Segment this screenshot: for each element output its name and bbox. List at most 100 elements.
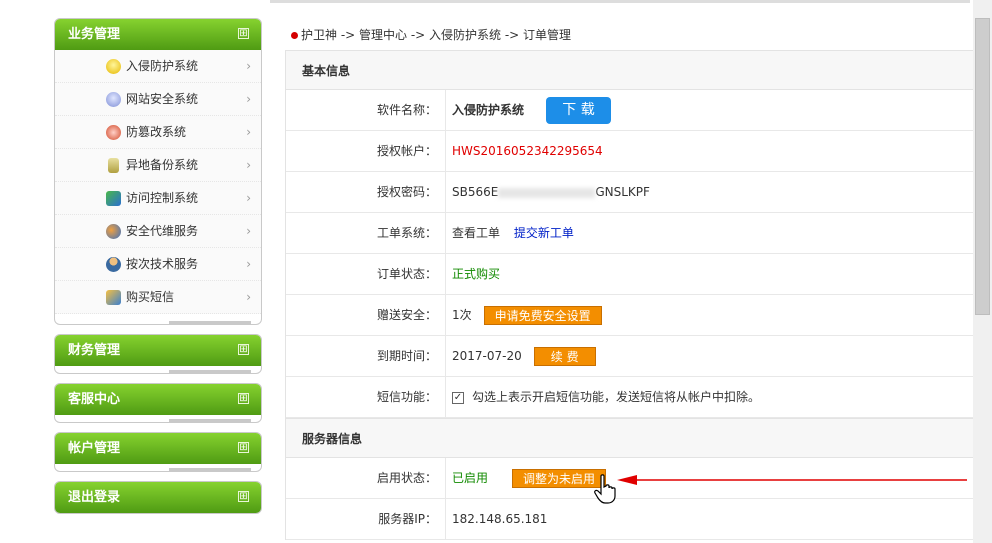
panel-business: 业务管理 ⊞ 入侵防护系统 › 网站安全系统 › 防篡改系统 › 异地备份系统 … xyxy=(54,18,262,325)
chevron-right-icon: › xyxy=(246,224,251,238)
panel-title: 业务管理 xyxy=(68,27,121,42)
order-status-value: 正式购买 xyxy=(452,267,501,281)
renew-button[interactable]: 续 费 xyxy=(533,347,596,366)
field-label: 启用状态： xyxy=(286,458,446,498)
sidebar: 业务管理 ⊞ 入侵防护系统 › 网站安全系统 › 防篡改系统 › 异地备份系统 … xyxy=(54,18,262,523)
view-ticket-link[interactable]: 查看工单 xyxy=(452,226,500,240)
field-label: 软件名称： xyxy=(286,90,446,130)
hand-cursor-icon xyxy=(594,474,616,504)
chevron-right-icon: › xyxy=(246,125,251,139)
bullet-icon xyxy=(291,32,298,39)
users-icon xyxy=(106,224,121,239)
row-software: 软件名称： 入侵防护系统 下 载 xyxy=(286,90,973,131)
row-expire: 到期时间： 2017-07-20 续 费 xyxy=(286,336,973,377)
row-gift: 赠送安全： 1次 申请免费安全设置 xyxy=(286,295,973,336)
breadcrumb-text: 护卫神 -> 管理中心 -> 入侵防护系统 -> 订单管理 xyxy=(301,28,572,42)
panel-menu: 入侵防护系统 › 网站安全系统 › 防篡改系统 › 异地备份系统 › 访问控制系… xyxy=(55,50,261,314)
blurred-mask xyxy=(498,187,596,198)
enable-value: 已启用 调整为未启用 xyxy=(452,458,607,498)
breadcrumb: 护卫神 -> 管理中心 -> 入侵防护系统 -> 订单管理 xyxy=(291,26,571,43)
row-sms: 短信功能： ✓ 勾选上表示开启短信功能，发送短信将从帐户中扣除。 xyxy=(286,377,973,418)
panel-title: 退出登录 xyxy=(68,490,121,505)
section-server-info: 服务器信息 xyxy=(286,418,973,458)
expire-value: 2017-07-20 续 费 xyxy=(452,336,596,376)
expand-icon[interactable]: ⊞ xyxy=(238,393,249,404)
row-account: 授权帐户： HWS2016052342295654 xyxy=(286,131,973,172)
chevron-right-icon: › xyxy=(246,191,251,205)
chevron-right-icon: › xyxy=(246,92,251,106)
sidebar-item-access-control[interactable]: 访问控制系统 › xyxy=(55,182,261,215)
password-value: SB566E GNSLKPF xyxy=(452,185,650,199)
chevron-right-icon: › xyxy=(246,59,251,73)
row-ticket: 工单系统： 查看工单 提交新工单 xyxy=(286,213,973,254)
page: 业务管理 ⊞ 入侵防护系统 › 网站安全系统 › 防篡改系统 › 异地备份系统 … xyxy=(0,0,992,543)
field-label: 赠送安全： xyxy=(286,295,446,335)
expand-icon[interactable]: ⊞ xyxy=(238,442,249,453)
bulb-icon xyxy=(106,92,121,107)
field-label: 服务器IP： xyxy=(286,499,446,539)
sidebar-item-maintenance[interactable]: 安全代维服务 › xyxy=(55,215,261,248)
shield-icon xyxy=(106,125,121,140)
panel-footer xyxy=(55,464,261,471)
panel-footer xyxy=(55,314,261,324)
expand-icon[interactable]: ⊞ xyxy=(238,344,249,355)
disable-button[interactable]: 调整为未启用 xyxy=(512,469,607,488)
chevron-right-icon: › xyxy=(246,257,251,271)
sidebar-item-tech-service[interactable]: 按次技术服务 › xyxy=(55,248,261,281)
bulb-icon xyxy=(106,59,121,74)
panel-logout: 退出登录 ⊞ xyxy=(54,481,262,514)
field-label: 短信功能： xyxy=(286,377,446,417)
download-button[interactable]: 下 载 xyxy=(546,97,612,124)
field-label: 工单系统： xyxy=(286,213,446,253)
chevron-right-icon: › xyxy=(246,158,251,172)
panel-header-finance[interactable]: 财务管理 ⊞ xyxy=(55,335,261,366)
ticket-links: 查看工单 提交新工单 xyxy=(452,213,574,253)
sidebar-item-backup[interactable]: 异地备份系统 › xyxy=(55,149,261,182)
field-label: 订单状态： xyxy=(286,254,446,294)
row-password: 授权密码： SB566E GNSLKPF xyxy=(286,172,973,213)
panel-footer xyxy=(55,366,261,373)
scrollbar-thumb[interactable] xyxy=(975,18,990,315)
order-detail: 基本信息 软件名称： 入侵防护系统 下 载 授权帐户： HWS2016052342… xyxy=(285,50,973,540)
sidebar-item-website-security[interactable]: 网站安全系统 › xyxy=(55,83,261,116)
section-basic-info: 基本信息 xyxy=(286,50,973,90)
panel-header-service[interactable]: 客服中心 ⊞ xyxy=(55,384,261,415)
row-order-status: 订单状态： 正式购买 xyxy=(286,254,973,295)
field-value: 入侵防护系统 下 载 xyxy=(452,90,612,130)
field-label: 到期时间： xyxy=(286,336,446,376)
database-icon xyxy=(108,158,119,173)
sms-checkbox[interactable]: ✓ xyxy=(452,391,464,404)
panel-service: 客服中心 ⊞ xyxy=(54,383,262,423)
top-border xyxy=(270,0,970,3)
row-server-ip: 服务器IP： 182.148.65.181 xyxy=(286,499,973,540)
panel-finance: 财务管理 ⊞ xyxy=(54,334,262,374)
sidebar-item-intrusion[interactable]: 入侵防护系统 › xyxy=(55,50,261,83)
field-label: 授权密码： xyxy=(286,172,446,212)
panel-header-logout[interactable]: 退出登录 ⊞ xyxy=(55,482,261,513)
user-icon xyxy=(106,257,121,272)
panel-title: 帐户管理 xyxy=(68,441,121,456)
apply-free-security-button[interactable]: 申请免费安全设置 xyxy=(483,306,602,325)
chevron-right-icon: › xyxy=(246,290,251,304)
account-value: HWS2016052342295654 xyxy=(452,144,603,158)
gift-value: 1次 申请免费安全设置 xyxy=(452,295,602,335)
panel-account: 帐户管理 ⊞ xyxy=(54,432,262,472)
expand-icon[interactable]: ⊞ xyxy=(238,28,249,39)
message-icon xyxy=(106,290,121,305)
field-label: 授权帐户： xyxy=(286,131,446,171)
sms-value: ✓ 勾选上表示开启短信功能，发送短信将从帐户中扣除。 xyxy=(452,390,761,404)
panel-title: 财务管理 xyxy=(68,343,121,358)
sidebar-item-anti-tamper[interactable]: 防篡改系统 › xyxy=(55,116,261,149)
access-icon xyxy=(106,191,121,206)
software-name: 入侵防护系统 xyxy=(452,103,525,117)
new-ticket-link[interactable]: 提交新工单 xyxy=(514,226,574,240)
panel-title: 客服中心 xyxy=(68,392,121,407)
annotation-arrow xyxy=(617,475,967,485)
panel-header-business[interactable]: 业务管理 ⊞ xyxy=(55,19,261,50)
sidebar-item-sms[interactable]: 购买短信 › xyxy=(55,281,261,314)
panel-header-account[interactable]: 帐户管理 ⊞ xyxy=(55,433,261,464)
expand-icon[interactable]: ⊞ xyxy=(238,491,249,502)
panel-footer xyxy=(55,415,261,422)
server-ip-value: 182.148.65.181 xyxy=(452,512,548,526)
vertical-scrollbar[interactable] xyxy=(973,0,992,543)
